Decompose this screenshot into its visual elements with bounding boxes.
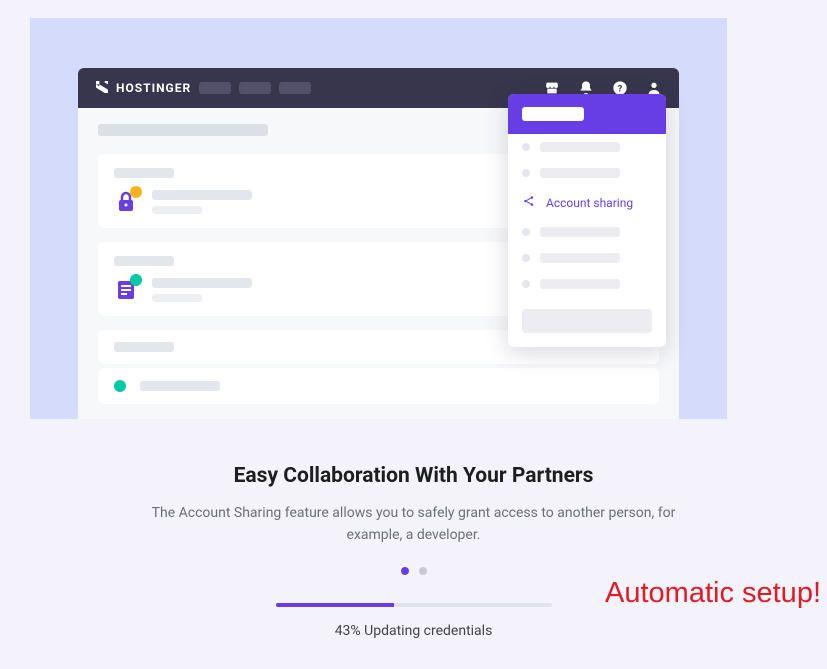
brand: HOSTINGER bbox=[94, 79, 191, 98]
dropdown-item[interactable] bbox=[508, 271, 666, 297]
dropdown-item[interactable] bbox=[508, 219, 666, 245]
page-title-skeleton bbox=[98, 124, 268, 136]
card-heading-skeleton bbox=[114, 256, 174, 266]
dropdown-header-placeholder bbox=[522, 107, 584, 121]
setup-progress: 43% Updating credentials bbox=[276, 603, 552, 639]
subtext: The Account Sharing feature allows you t… bbox=[134, 502, 694, 547]
dropdown-item[interactable] bbox=[508, 134, 666, 160]
progress-fill bbox=[276, 603, 395, 607]
document-icon bbox=[114, 278, 138, 302]
line-skeleton bbox=[152, 294, 202, 302]
share-icon bbox=[522, 194, 536, 211]
carousel-pager bbox=[0, 567, 827, 575]
account-dropdown: Account sharing bbox=[508, 94, 666, 347]
pager-dot-active[interactable] bbox=[401, 567, 409, 575]
annotation-overlay: Automatic setup! bbox=[605, 577, 821, 610]
nav-placeholder bbox=[279, 82, 311, 94]
line-skeleton bbox=[140, 381, 220, 391]
headline: Easy Collaboration With Your Partners bbox=[0, 464, 827, 488]
line-skeleton bbox=[152, 278, 252, 288]
brand-name: HOSTINGER bbox=[116, 81, 191, 95]
progress-track bbox=[276, 603, 552, 607]
dropdown-header bbox=[508, 94, 666, 134]
lock-icon bbox=[114, 190, 138, 214]
progress-label: 43% Updating credentials bbox=[276, 623, 552, 639]
card-heading-skeleton bbox=[114, 168, 174, 178]
status-dot-ok bbox=[130, 274, 142, 286]
card-heading-skeleton bbox=[114, 342, 174, 352]
brand-logo-icon bbox=[94, 79, 110, 98]
status-dot-warning bbox=[130, 186, 142, 198]
dropdown-footer-button[interactable] bbox=[522, 309, 652, 333]
line-skeleton bbox=[152, 206, 202, 214]
line-skeleton bbox=[152, 190, 252, 200]
dropdown-item[interactable] bbox=[508, 245, 666, 271]
svg-text:?: ? bbox=[618, 83, 623, 94]
dropdown-item[interactable] bbox=[508, 160, 666, 186]
dropdown-item-label: Account sharing bbox=[546, 196, 633, 210]
hero-illustration-panel: HOSTINGER ? bbox=[30, 18, 727, 419]
mock-app-window: HOSTINGER ? bbox=[78, 68, 679, 419]
status-dot-ok bbox=[114, 380, 126, 392]
pager-dot[interactable] bbox=[419, 567, 427, 575]
nav-placeholder bbox=[239, 82, 271, 94]
dropdown-item-account-sharing[interactable]: Account sharing bbox=[508, 186, 666, 219]
nav-placeholder bbox=[199, 82, 231, 94]
service-card bbox=[98, 368, 659, 404]
